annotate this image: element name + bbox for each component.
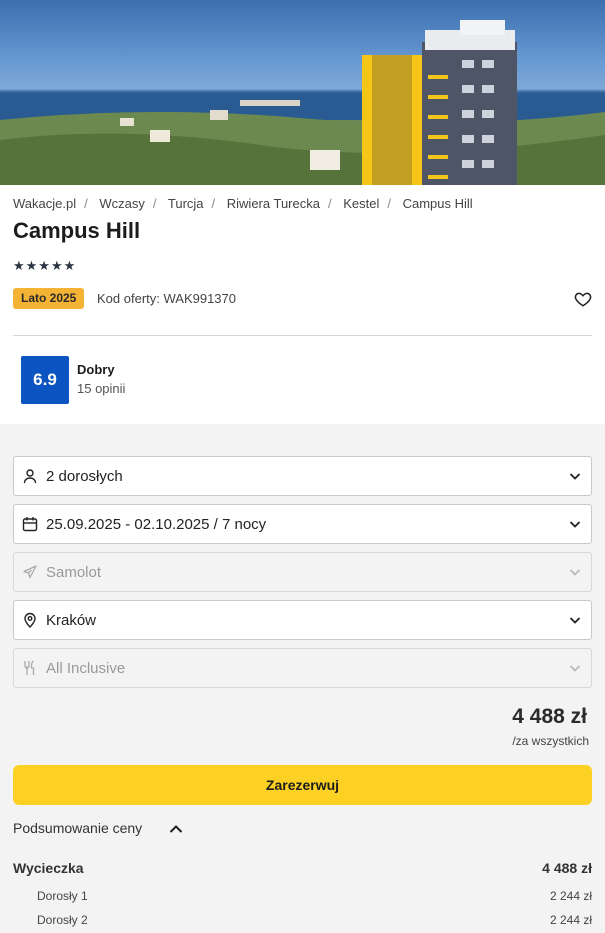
guests-select[interactable]: 2 dorosłych xyxy=(13,456,592,496)
rating-score: 6.9 xyxy=(21,356,69,404)
hotel-title: Campus Hill xyxy=(13,218,141,243)
fork-knife-icon xyxy=(24,660,35,675)
hotel-hero-image xyxy=(0,0,605,185)
summary-line-value: 2 244 zł xyxy=(549,913,592,927)
price-summary-toggle[interactable]: Podsumowanie ceny xyxy=(13,820,142,836)
transport-value: Samolot xyxy=(46,564,102,581)
chevron-up-icon[interactable] xyxy=(169,824,183,834)
season-badge: Lato 2025 xyxy=(13,288,85,309)
dates-value: 25.09.2025 - 02.10.2025 / 7 nocy xyxy=(46,516,267,533)
guests-value: 2 dorosłych xyxy=(46,468,123,485)
total-price: 4 488 zł xyxy=(512,705,587,728)
offer-code: Kod oferty: WAK991370 xyxy=(97,291,236,306)
board-value: All Inclusive xyxy=(46,660,126,677)
chevron-down-icon xyxy=(569,665,581,672)
price-note: /za wszystkich xyxy=(512,734,589,748)
location-pin-icon xyxy=(24,612,36,628)
chevron-down-icon xyxy=(569,569,581,576)
hero-photo xyxy=(0,20,605,185)
departure-value: Kraków xyxy=(46,612,97,629)
board-select[interactable]: All Inclusive xyxy=(13,648,592,688)
person-icon xyxy=(23,469,37,484)
reserve-button[interactable]: Zarezerwuj xyxy=(13,765,592,805)
hotel-stars: ★★★★★ xyxy=(13,259,77,274)
transport-select[interactable]: Samolot xyxy=(13,552,592,592)
breadcrumb-link-country[interactable]: Turcja xyxy=(168,196,204,211)
summary-line-label: Dorosły 2 xyxy=(37,913,88,927)
rating-label: Dobry xyxy=(77,362,115,377)
heart-icon[interactable] xyxy=(574,290,592,308)
summary-trip-label: Wycieczka xyxy=(13,860,84,876)
section-divider xyxy=(13,335,592,336)
breadcrumb-link-home[interactable]: Wakacje.pl xyxy=(13,196,76,211)
summary-line-value: 2 244 zł xyxy=(549,889,592,903)
chevron-down-icon xyxy=(569,473,581,480)
calendar-icon xyxy=(22,517,38,532)
summary-trip-total: 4 488 zł xyxy=(542,860,592,876)
breadcrumb-current: Campus Hill xyxy=(402,196,473,211)
summary-line-label: Dorosły 1 xyxy=(37,889,88,903)
chevron-down-icon xyxy=(569,617,581,624)
breadcrumb: Wakacje.pl / Wczasy / Turcja / Riwiera Ture… xyxy=(13,196,473,211)
breadcrumb-link-city[interactable]: Kestel xyxy=(343,196,379,211)
dates-select[interactable]: 25.09.2025 - 02.10.2025 / 7 nocy xyxy=(13,504,592,544)
rating-count[interactable]: 15 opinii xyxy=(77,381,125,396)
breadcrumb-link-region[interactable]: Riwiera Turecka xyxy=(227,196,320,211)
departure-select[interactable]: Kraków xyxy=(13,600,592,640)
plane-icon xyxy=(23,565,37,579)
chevron-down-icon xyxy=(569,521,581,528)
breadcrumb-link-wczasy[interactable]: Wczasy xyxy=(99,196,145,211)
